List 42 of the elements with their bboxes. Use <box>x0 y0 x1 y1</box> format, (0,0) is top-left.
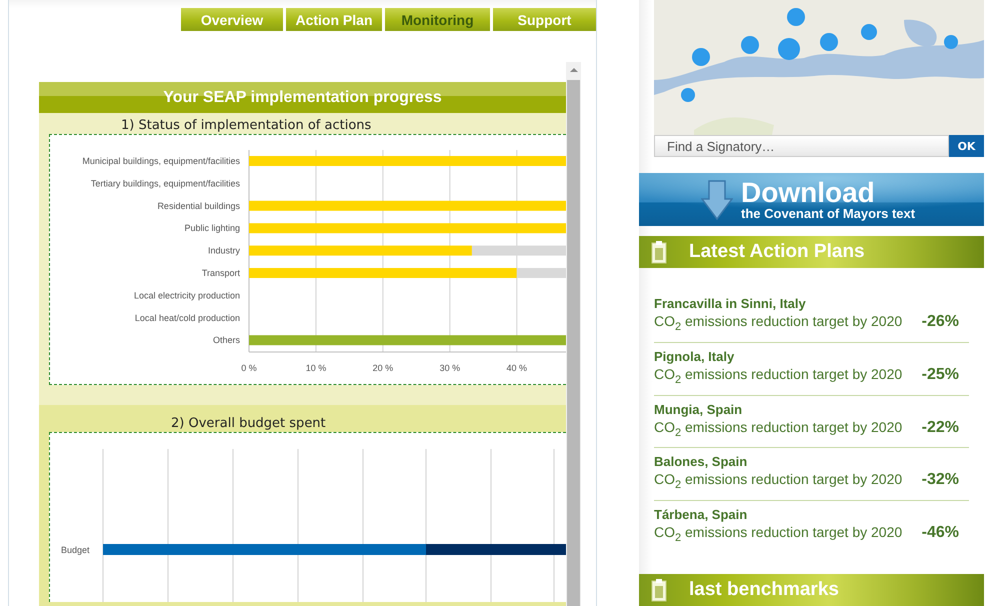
target-text: CO$_{2}$ emissions reduction target by 2020 <box>654 470 902 494</box>
category-label: Transport <box>202 268 240 278</box>
plan-link[interactable]: Pignola, Italy <box>654 348 734 365</box>
category-label: Residential buildings <box>157 200 240 211</box>
clipboard-icon <box>651 240 667 264</box>
axis-tick-label: 40 % <box>506 363 528 373</box>
target-text: CO$_{2}$ emissions reduction target by 2020 <box>654 312 902 335</box>
bar-label: Budget <box>61 545 90 555</box>
target-value: -22% <box>922 418 959 437</box>
section-title: 1) Status of implementation of actions <box>120 117 372 134</box>
target-text: CO$_{2}$ emissions reduction target by 2020 <box>654 364 902 388</box>
target-value: -25% <box>922 366 959 384</box>
plan-link[interactable]: Francavilla in Sinni, Italy <box>654 296 806 312</box>
section-title: 2) Overall budget spent <box>170 415 327 432</box>
section-heading: last benchmarks <box>689 578 839 601</box>
nav-tab[interactable]: Monitoring <box>385 8 490 31</box>
target-text: CO$_{2}$ emissions reduction target by 2020 <box>654 418 902 440</box>
category-label: Municipal buildings, equipment/facilities <box>82 156 240 166</box>
plan-link[interactable]: Balones, Spain <box>654 454 748 470</box>
axis-tick-label: 20 % <box>372 363 394 373</box>
axis-tick-label: 0 % <box>241 363 257 373</box>
category-label: Tertiary buildings, equipment/facilities <box>90 178 240 188</box>
category-label: Public lighting <box>184 223 240 234</box>
category-label: Local heat/cold production <box>134 312 240 323</box>
category-label: Local electricity production <box>134 290 240 300</box>
target-text: CO$_{2}$ emissions reduction target by 2020 <box>654 523 902 546</box>
scrollbar[interactable] <box>566 62 581 606</box>
panel-header: Your SEAP implementation progress <box>39 82 566 113</box>
category-label: Industry <box>208 246 240 256</box>
down-arrow-icon <box>701 178 733 220</box>
target-value: -26% <box>922 313 959 331</box>
ok-button[interactable]: OK <box>949 135 984 157</box>
axis-tick-label: 30 % <box>440 363 460 373</box>
category-label: Others <box>212 335 240 346</box>
section-heading: Latest Action Plans <box>689 241 865 263</box>
axis-tick-label: 10 % <box>306 363 326 373</box>
plan-link[interactable]: Tárbena, Spain <box>654 507 748 524</box>
clipboard-icon <box>651 578 667 602</box>
target-value: -32% <box>922 471 959 490</box>
search-field[interactable]: Find a Signatory… <box>654 135 949 157</box>
target-value: -46% <box>922 524 959 542</box>
plan-link[interactable]: Mungia, Spain <box>654 402 742 418</box>
